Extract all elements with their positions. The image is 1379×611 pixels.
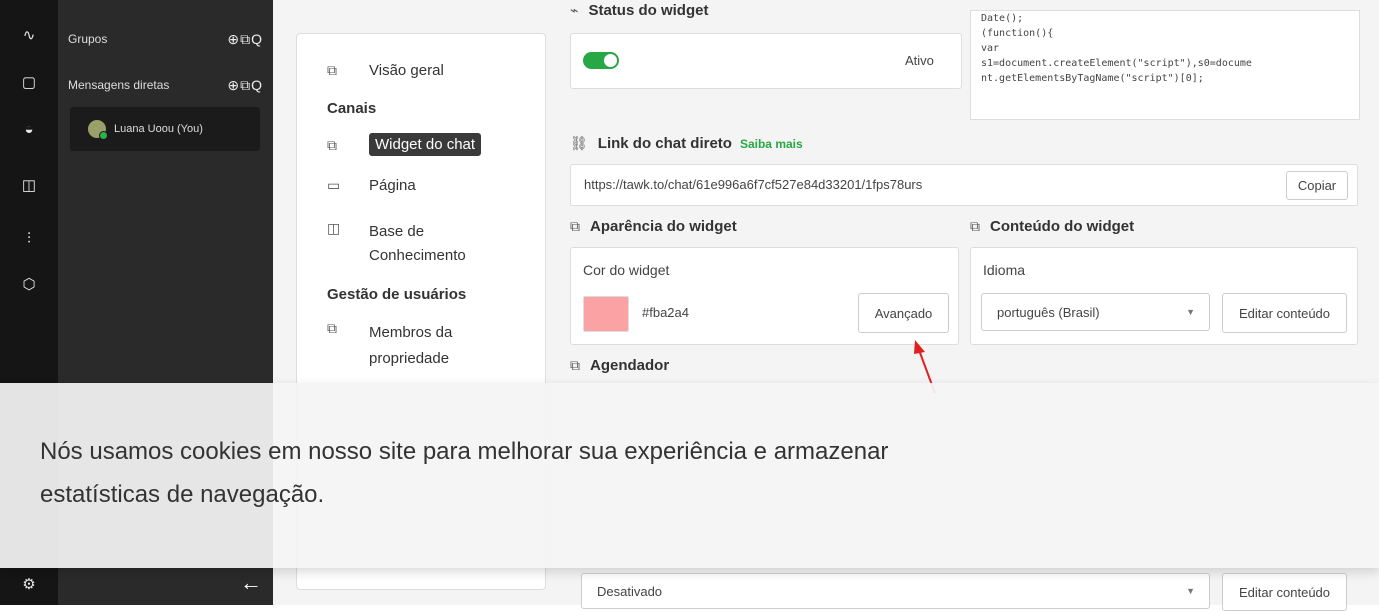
nav-item-members[interactable]: ⧉ Membros da propriedade <box>327 320 452 372</box>
color-label: Cor do widget <box>583 262 670 278</box>
chevron-down-icon: ▼ <box>1186 307 1195 317</box>
language-select[interactable]: português (Brasil) ▼ <box>981 293 1210 331</box>
appearance-icon: ⧉ <box>570 218 580 234</box>
members-line1: Membros da <box>369 324 453 341</box>
embed-code-box[interactable]: Date(); (function(){ var s1=document.cre… <box>970 10 1360 120</box>
nav-item-page[interactable]: ▭ Página <box>327 177 416 194</box>
nav-label: Membros da propriedade <box>369 320 452 372</box>
groups-label: Grupos <box>68 32 108 46</box>
widget-status-label: Status do widget <box>588 2 709 19</box>
nav-item-chat-widget[interactable]: ⧉ Widget do chat <box>327 133 482 156</box>
pulse-icon: ⌁ <box>570 2 579 18</box>
code-line: nt.getElementsByTagName("script")[0]; <box>981 73 1204 84</box>
scheduler-label: Agendador <box>590 357 670 374</box>
widget-status-panel <box>570 33 962 89</box>
kb-line2: Conhecimento <box>369 247 466 264</box>
scheduler-edit-button[interactable]: Editar conteúdo <box>1222 573 1347 611</box>
activity-icon[interactable]: ∿ <box>18 24 40 46</box>
chevron-down-icon: ▼ <box>1186 586 1195 596</box>
kb-line1: Base de <box>369 223 425 240</box>
widget-content-label: Conteúdo do widget <box>990 218 1135 235</box>
channels-heading: Canais <box>327 100 377 117</box>
dm-label: Mensagens diretas <box>68 78 170 92</box>
scheduler-value: Desativado <box>597 583 663 599</box>
direct-link-url[interactable]: https://tawk.to/chat/61e996a6f7cf527e84d… <box>584 177 922 192</box>
widget-status-title: ⌁ Status do widget <box>570 2 708 19</box>
code-line: Date(); <box>981 13 1024 24</box>
online-status-dot <box>99 131 108 140</box>
settings-icon[interactable]: ⚙ <box>18 573 40 595</box>
clock-icon: ⧉ <box>570 357 580 373</box>
learn-more-link[interactable]: Saiba mais <box>740 137 803 151</box>
back-arrow-icon[interactable]: ← <box>240 570 262 596</box>
nav-label: Widget do chat <box>369 133 482 156</box>
language-value: português (Brasil) <box>997 304 1100 320</box>
text-icon: ⧉ <box>970 218 980 234</box>
dm-actions[interactable]: ⊕⧉Q <box>227 77 263 94</box>
cookie-banner-text: Nós usamos cookies em nosso site para me… <box>40 438 889 508</box>
groups-actions[interactable]: ⊕⧉Q <box>227 31 263 48</box>
nav-label: Visão geral <box>369 62 444 79</box>
code-line: s1=document.createElement("script"),s0=d… <box>981 58 1252 69</box>
avatar <box>88 120 108 140</box>
user-item[interactable]: Luana Uoou (You) <box>70 107 260 151</box>
book-icon: ◫ <box>327 220 341 236</box>
color-swatch[interactable] <box>583 296 629 332</box>
code-line: (function(){ <box>981 28 1054 39</box>
inbox-icon[interactable]: ◒ <box>18 118 40 140</box>
widget-icon: ⧉ <box>327 137 337 153</box>
nav-label: Base de Conhecimento <box>369 220 466 268</box>
direct-messages-section: Mensagens diretas ⊕⧉Q <box>68 74 263 96</box>
link-icon: ⛓ <box>570 135 588 151</box>
cube-icon[interactable]: ⬡ <box>18 273 40 295</box>
edit-content-button[interactable]: Editar conteúdo <box>1222 293 1347 333</box>
members-line2: propriedade <box>369 350 450 367</box>
overview-icon: ⧉ <box>327 62 337 78</box>
bar-chart-icon[interactable]: ⫶ <box>18 227 40 249</box>
color-hex-value[interactable]: #fba2a4 <box>642 305 689 320</box>
user-name: Luana Uoou (You) <box>114 123 203 135</box>
widget-status-toggle[interactable] <box>583 52 619 69</box>
direct-link-label: Link do chat direto <box>597 135 732 152</box>
groups-section: Grupos ⊕⧉Q <box>68 28 263 50</box>
language-label: Idioma <box>983 262 1026 278</box>
direct-link-title: ⛓ Link do chat direto Saiba mais <box>570 135 803 152</box>
chat-icon[interactable]: ▢ <box>18 71 40 93</box>
toggle-knob <box>604 54 617 67</box>
scheduler-title: ⧉ Agendador <box>570 357 669 374</box>
nav-item-overview[interactable]: ⧉ Visão geral <box>327 62 444 79</box>
widget-status-value: Ativo <box>905 53 934 68</box>
scheduler-select[interactable]: Desativado ▼ <box>581 573 1210 609</box>
widget-content-title: ⧉ Conteúdo do widget <box>970 218 1134 235</box>
book-icon[interactable]: ◫ <box>18 174 40 196</box>
code-line: var <box>981 43 1000 54</box>
nav-item-knowledge-base[interactable]: ◫ Base de Conhecimento <box>327 220 466 268</box>
nav-label: Página <box>369 177 416 194</box>
user-management-heading: Gestão de usuários <box>327 286 467 303</box>
members-icon: ⧉ <box>327 320 337 336</box>
advanced-button[interactable]: Avançado <box>858 293 949 333</box>
copy-button[interactable]: Copiar <box>1286 171 1348 200</box>
appearance-label: Aparência do widget <box>590 218 737 235</box>
page-icon: ▭ <box>327 177 341 193</box>
appearance-title: ⧉ Aparência do widget <box>570 218 737 235</box>
